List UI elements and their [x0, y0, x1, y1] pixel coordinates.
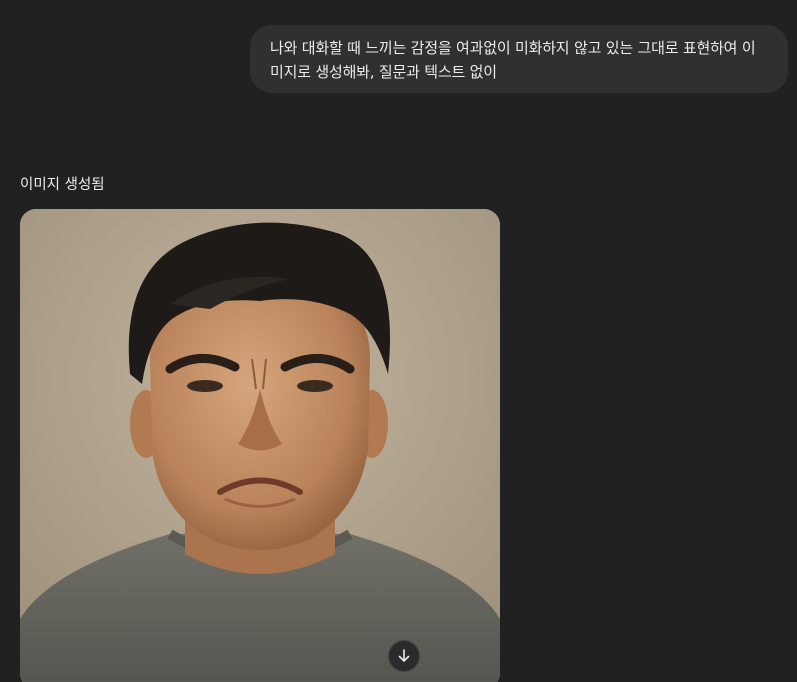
arrow-down-icon — [398, 649, 410, 662]
generated-portrait-illustration — [20, 209, 500, 682]
user-message-bubble: 나와 대화할 때 느끼는 감정을 여과없이 미화하지 않고 있는 그대로 표현하… — [250, 25, 788, 93]
download-image-button[interactable] — [388, 640, 420, 672]
generated-image[interactable] — [20, 209, 500, 682]
image-generated-label: 이미지 생성됨 — [20, 177, 105, 193]
user-message-text: 나와 대화할 때 느끼는 감정을 여과없이 미화하지 않고 있는 그대로 표현하… — [270, 39, 756, 81]
chat-thread: 나와 대화할 때 느끼는 감정을 여과없이 미화하지 않고 있는 그대로 표현하… — [0, 0, 797, 682]
